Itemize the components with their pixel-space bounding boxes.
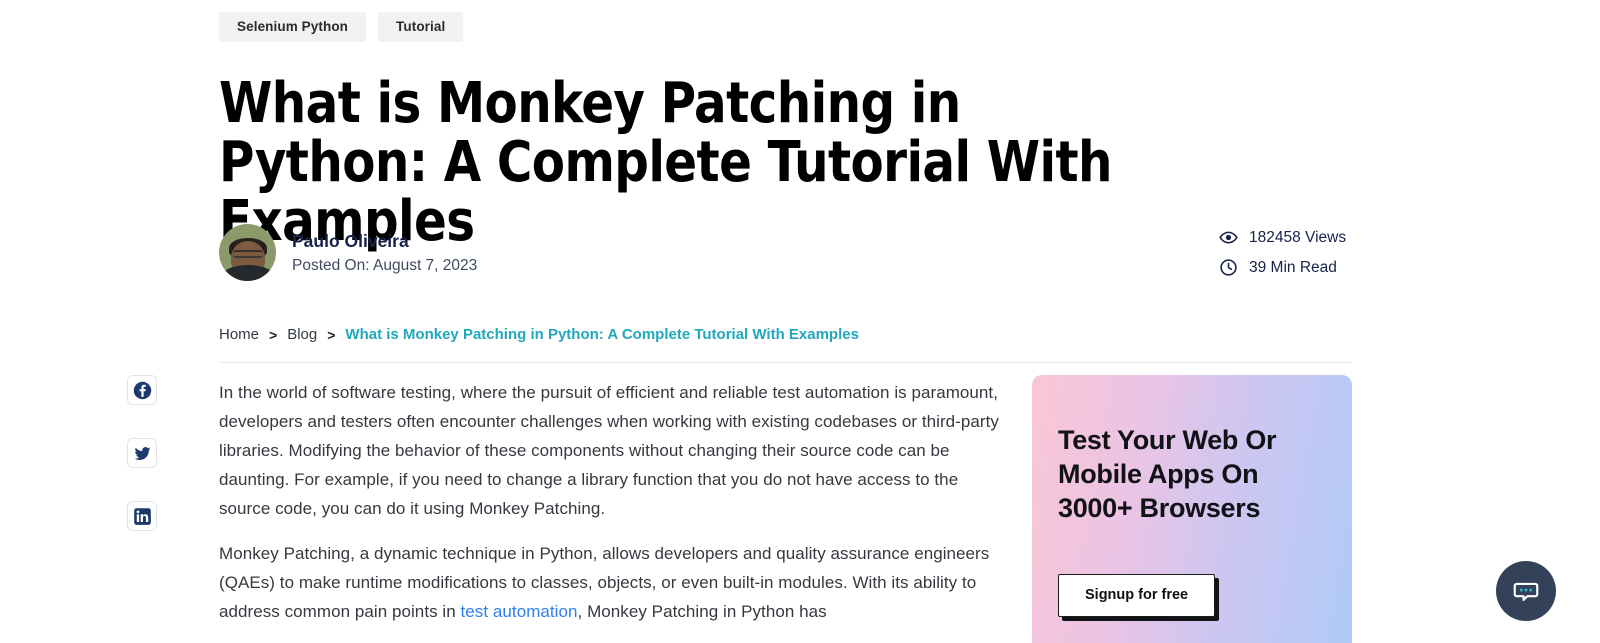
breadcrumb-separator: > — [269, 326, 278, 343]
posted-on-date: Posted On: August 7, 2023 — [292, 256, 478, 274]
paragraph-2: Monkey Patching, a dynamic technique in … — [219, 539, 1009, 626]
read-time: 39 Min Read — [1249, 259, 1337, 276]
breadcrumb-home[interactable]: Home — [219, 326, 259, 343]
article-page: Selenium Python Tutorial What is Monkey … — [0, 0, 1600, 643]
author-meta: Paulo Oliveira Posted On: August 7, 2023 — [292, 232, 477, 274]
chat-bubble-icon — [1511, 576, 1541, 606]
signup-for-free-button[interactable]: Signup for free — [1058, 574, 1216, 617]
test-automation-link[interactable]: test automation — [461, 602, 578, 621]
clock-icon — [1219, 258, 1238, 277]
linkedin-icon — [133, 507, 152, 526]
views-stat: 182458 Views — [1219, 228, 1346, 247]
author-block: Paulo Oliveira Posted On: August 7, 2023 — [219, 224, 477, 281]
avatar-glasses — [232, 250, 263, 259]
article-body: In the world of software testing, where … — [219, 378, 1009, 642]
linkedin-share-button[interactable] — [127, 501, 157, 531]
facebook-icon — [133, 381, 152, 400]
views-count: 182458 Views — [1249, 229, 1347, 246]
paragraph-2-text-after: , Monkey Patching in Python has — [577, 602, 827, 621]
social-share-rail — [127, 375, 157, 531]
promo-card[interactable]: Test Your Web Or Mobile Apps On 3000+ Br… — [1032, 375, 1352, 643]
tag-list: Selenium Python Tutorial — [219, 12, 464, 42]
twitter-share-button[interactable] — [127, 438, 157, 468]
facebook-share-button[interactable] — [127, 375, 157, 405]
breadcrumb-separator: > — [327, 326, 336, 343]
twitter-icon — [133, 444, 152, 463]
chat-widget-button[interactable] — [1496, 561, 1556, 621]
eye-icon — [1219, 228, 1238, 247]
breadcrumb-blog[interactable]: Blog — [287, 326, 317, 343]
avatar — [219, 224, 276, 281]
tag-tutorial[interactable]: Tutorial — [378, 12, 464, 42]
breadcrumb-current: What is Monkey Patching in Python: A Com… — [345, 326, 859, 343]
paragraph-1: In the world of software testing, where … — [219, 383, 999, 518]
tag-selenium-python[interactable]: Selenium Python — [219, 12, 367, 42]
breadcrumb: Home > Blog > What is Monkey Patching in… — [219, 326, 859, 343]
header-divider — [219, 362, 1352, 363]
read-time-stat: 39 Min Read — [1219, 258, 1346, 277]
avatar-shoulders — [221, 265, 274, 281]
article-stats: 182458 Views 39 Min Read — [1219, 228, 1346, 277]
author-name[interactable]: Paulo Oliveira — [292, 232, 477, 250]
promo-heading: Test Your Web Or Mobile Apps On 3000+ Br… — [1058, 425, 1277, 523]
